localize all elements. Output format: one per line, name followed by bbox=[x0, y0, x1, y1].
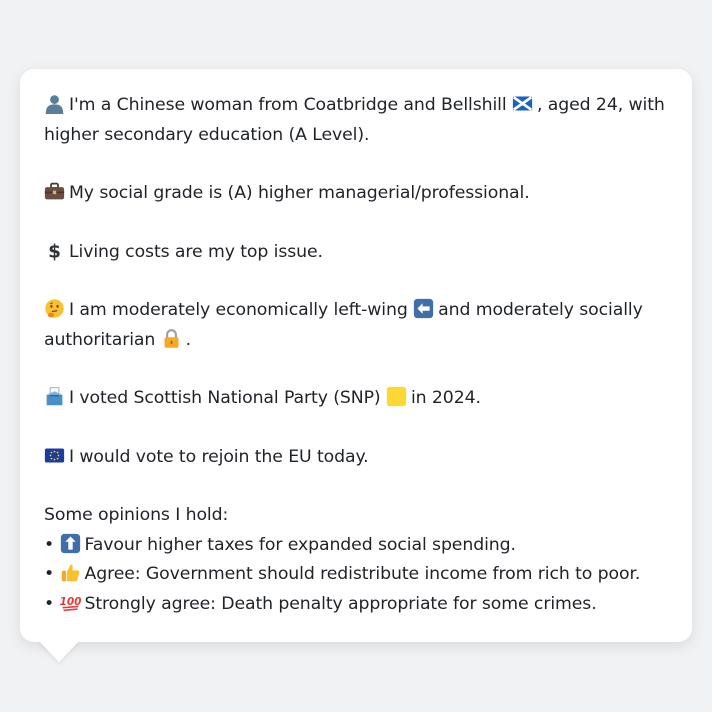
yellow-square-icon bbox=[386, 386, 407, 407]
briefcase-icon bbox=[44, 181, 65, 202]
identity-paragraph: I'm a Chinese woman from Coatbridge and … bbox=[44, 91, 668, 150]
thinking-face-icon bbox=[44, 298, 65, 319]
bullet: • bbox=[44, 593, 55, 614]
speech-bubble-tail bbox=[38, 640, 80, 662]
profile-card: I'm a Chinese woman from Coatbridge and … bbox=[20, 69, 692, 642]
opinion-item: • Agree: Government should redistribute … bbox=[44, 560, 668, 590]
vote-text-start: I voted Scottish National Party (SNP) bbox=[69, 388, 381, 408]
eu-paragraph: I would vote to rejoin the EU today. bbox=[44, 443, 668, 473]
opinions-heading: Some opinions I hold: bbox=[44, 505, 229, 525]
eu-flag-icon bbox=[44, 445, 65, 466]
thumbs-up-icon bbox=[60, 562, 81, 583]
opinion-text: Favour higher taxes for expanded social … bbox=[84, 534, 516, 555]
ballot-box-icon bbox=[44, 386, 65, 407]
svg-text:$: $ bbox=[48, 241, 61, 261]
ideology-text-1: I am moderately economically left-wing bbox=[69, 300, 408, 320]
lock-icon bbox=[161, 328, 182, 349]
bullet: • bbox=[44, 564, 55, 584]
social-grade-paragraph: My social grade is (A) higher managerial… bbox=[44, 179, 668, 209]
opinion-item: • Favour higher taxes for expanded socia… bbox=[44, 531, 668, 561]
left-arrow-icon bbox=[413, 298, 434, 319]
eu-text: I would vote to rejoin the EU today. bbox=[69, 446, 369, 467]
social-grade-text: My social grade is (A) higher managerial… bbox=[69, 183, 530, 203]
vote-paragraph: I voted Scottish National Party (SNP) in… bbox=[44, 384, 668, 414]
opinion-text: Agree: Government should redistribute in… bbox=[84, 564, 641, 584]
scotland-flag-icon bbox=[512, 93, 533, 114]
vote-text-end: in 2024. bbox=[410, 388, 481, 408]
opinion-text: Strongly agree: Death penalty appropriat… bbox=[84, 593, 597, 614]
ideology-text-3: . bbox=[185, 329, 192, 350]
up-arrow-icon bbox=[60, 533, 81, 554]
opinion-item: • 100 Strongly agree: Death penalty appro… bbox=[44, 590, 668, 620]
ideology-paragraph: I am moderately economically left-wing a… bbox=[44, 296, 668, 355]
top-issue-paragraph: $ Living costs are my top issue. bbox=[44, 238, 668, 268]
hundred-points-icon: 100 bbox=[60, 592, 81, 613]
opinions-section: Some opinions I hold: • Favour higher tax… bbox=[44, 501, 668, 619]
person-silhouette-icon bbox=[44, 93, 65, 114]
identity-text-start: I'm a Chinese woman from Coatbridge and … bbox=[69, 95, 507, 115]
dollar-sign-icon: $ bbox=[44, 240, 65, 261]
bullet: • bbox=[44, 534, 55, 555]
top-issue-text: Living costs are my top issue. bbox=[69, 241, 323, 262]
